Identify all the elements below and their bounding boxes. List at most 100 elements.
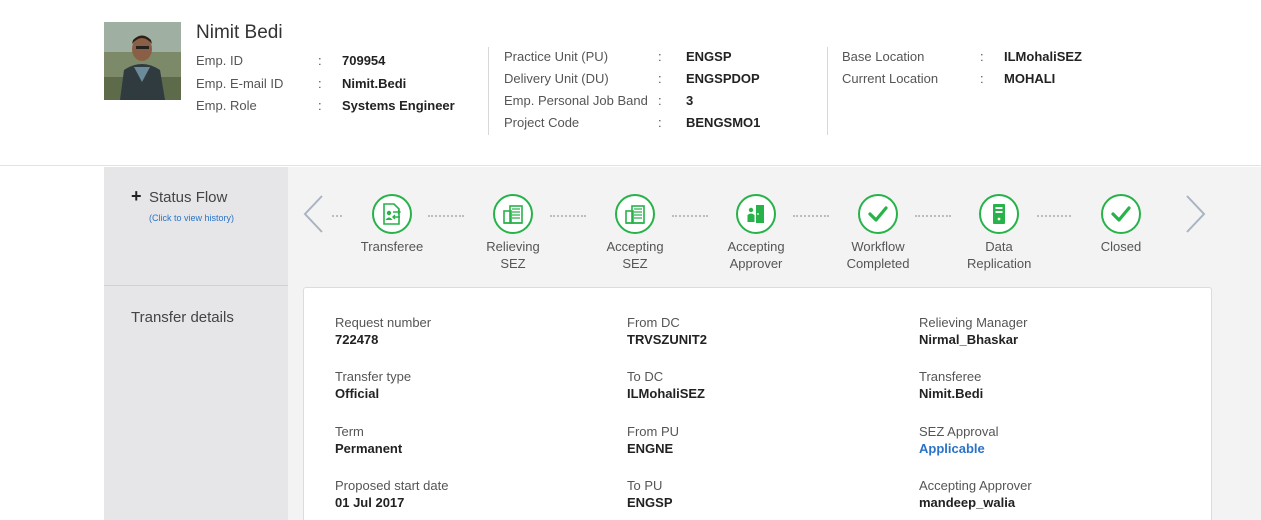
- field-value: ILMohaliSEZ: [627, 386, 705, 401]
- expand-plus-icon[interactable]: +: [131, 187, 142, 205]
- status-flow-title[interactable]: Status Flow: [149, 189, 227, 206]
- rail-divider: [104, 285, 288, 286]
- current-location-label: Current Location: [842, 71, 939, 86]
- status-flow-toggle[interactable]: + Status Flow (Click to view history): [104, 167, 288, 285]
- field-value: Permanent: [335, 441, 403, 456]
- field-value: Official: [335, 386, 380, 401]
- field-value: Nimit.Bedi: [919, 386, 984, 401]
- transfer-user-icon: [372, 194, 412, 234]
- building-icon: [493, 194, 533, 234]
- sez-approval-link[interactable]: Applicable: [919, 441, 999, 456]
- step-label: Closed: [1100, 239, 1142, 254]
- field-label: SEZ Approval: [919, 424, 999, 439]
- field-label: Proposed start date: [335, 478, 449, 493]
- separator: :: [980, 71, 984, 86]
- left-rail: + Status Flow (Click to view history) Tr…: [104, 167, 288, 520]
- sez-approval-field: SEZ Approval Applicable: [919, 424, 999, 456]
- field-value: Nirmal_Bhaskar: [919, 332, 1018, 347]
- door-user-icon: [736, 194, 776, 234]
- delivery-unit-label: Delivery Unit (DU): [504, 71, 609, 86]
- request-number-field: Request number 722478: [335, 315, 431, 347]
- transfer-type-field: Transfer type Official: [335, 369, 411, 401]
- practice-unit-label: Practice Unit (PU): [504, 49, 609, 64]
- building-icon: [615, 194, 655, 234]
- avatar: [104, 22, 181, 100]
- step-label: Accepting Approver: [727, 239, 785, 271]
- field-value: ENGNE: [627, 441, 674, 456]
- proposed-start-date-field: Proposed start date 01 Jul 2017: [335, 478, 448, 510]
- prev-arrow-button[interactable]: [300, 194, 330, 234]
- chevron-left-icon[interactable]: [300, 194, 330, 234]
- field-label: Request number: [335, 315, 432, 330]
- field-value: mandeep_walia: [919, 495, 1016, 510]
- step-relieving-sez: Relieving SEZ: [463, 194, 563, 272]
- job-band-label: Emp. Personal Job Band: [504, 93, 648, 108]
- step-label: Data Replication: [967, 239, 1032, 271]
- accepting-approver-field: Accepting Approver mandeep_walia: [919, 478, 1032, 510]
- transferee-field: Transferee Nimit.Bedi: [919, 369, 983, 401]
- check-icon: [858, 194, 898, 234]
- step-accepting-approver: Accepting Approver: [706, 194, 806, 272]
- job-band-value: 3: [686, 93, 694, 108]
- view-history-link[interactable]: (Click to view history): [149, 213, 234, 223]
- step-label: Workflow Completed: [846, 239, 910, 271]
- step-label: Transferee: [360, 239, 424, 254]
- field-label: To PU: [627, 478, 663, 493]
- connector: [332, 215, 342, 217]
- field-value: ENGSP: [627, 495, 673, 510]
- base-location-label: Base Location: [842, 49, 925, 64]
- separator: :: [658, 115, 662, 130]
- field-label: Accepting Approver: [919, 478, 1032, 493]
- field-label: From PU: [627, 424, 679, 439]
- delivery-unit-value: ENGSPDOP: [686, 71, 760, 86]
- column-divider: [488, 47, 489, 135]
- field-value: TRVSZUNIT2: [627, 332, 707, 347]
- step-transferee: Transferee: [342, 194, 442, 255]
- separator: :: [658, 49, 662, 64]
- emp-email-value: Nimit.Bedi: [342, 76, 407, 91]
- separator: :: [318, 53, 322, 68]
- relieving-manager-field: Relieving Manager Nirmal_Bhaskar: [919, 315, 1027, 347]
- field-label: Transfer type: [335, 369, 412, 384]
- employee-header: Nimit Bedi Emp. ID : 709954 Emp. E-mail …: [0, 0, 1261, 166]
- from-dc-field: From DC TRVSZUNIT2: [627, 315, 707, 347]
- separator: :: [658, 71, 662, 86]
- separator: :: [318, 98, 322, 113]
- step-label: Accepting SEZ: [606, 239, 664, 271]
- to-dc-field: To DC ILMohaliSEZ: [627, 369, 705, 401]
- step-label: Relieving SEZ: [486, 239, 540, 271]
- separator: :: [658, 93, 662, 108]
- field-label: Relieving Manager: [919, 315, 1028, 330]
- from-pu-field: From PU ENGNE: [627, 424, 679, 456]
- project-code-label: Project Code: [504, 115, 580, 130]
- transfer-details-card: Request number 722478 From DC TRVSZUNIT2…: [303, 287, 1212, 520]
- emp-role-value: Systems Engineer: [342, 98, 455, 113]
- step-accepting-sez: Accepting SEZ: [585, 194, 685, 272]
- field-label: Transferee: [919, 369, 982, 384]
- term-field: Term Permanent: [335, 424, 402, 456]
- transfer-details-title: Transfer details: [131, 309, 234, 326]
- emp-email-label: Emp. E-mail ID: [196, 76, 284, 91]
- base-location-value: ILMohaliSEZ: [1004, 49, 1082, 64]
- field-label: To DC: [627, 369, 664, 384]
- step-data-replication: Data Replication: [949, 194, 1049, 272]
- current-location-value: MOHALI: [1004, 71, 1056, 86]
- column-divider: [827, 47, 828, 135]
- field-label: From DC: [627, 315, 680, 330]
- practice-unit-value: ENGSP: [686, 49, 732, 64]
- emp-id-value: 709954: [342, 53, 386, 68]
- check-icon: [1101, 194, 1141, 234]
- emp-role-label: Emp. Role: [196, 98, 257, 113]
- next-arrow-button[interactable]: [1181, 194, 1211, 234]
- chevron-right-icon[interactable]: [1181, 194, 1211, 234]
- server-icon: [979, 194, 1019, 234]
- field-value: 722478: [335, 332, 379, 347]
- step-closed: Closed: [1071, 194, 1171, 255]
- employee-name: Nimit Bedi: [196, 22, 283, 43]
- project-code-value: BENGSMO1: [686, 115, 761, 130]
- separator: :: [980, 49, 984, 64]
- to-pu-field: To PU ENGSP: [627, 478, 673, 510]
- separator: :: [318, 76, 322, 91]
- emp-id-label: Emp. ID: [196, 53, 243, 68]
- field-value: 01 Jul 2017: [335, 495, 405, 510]
